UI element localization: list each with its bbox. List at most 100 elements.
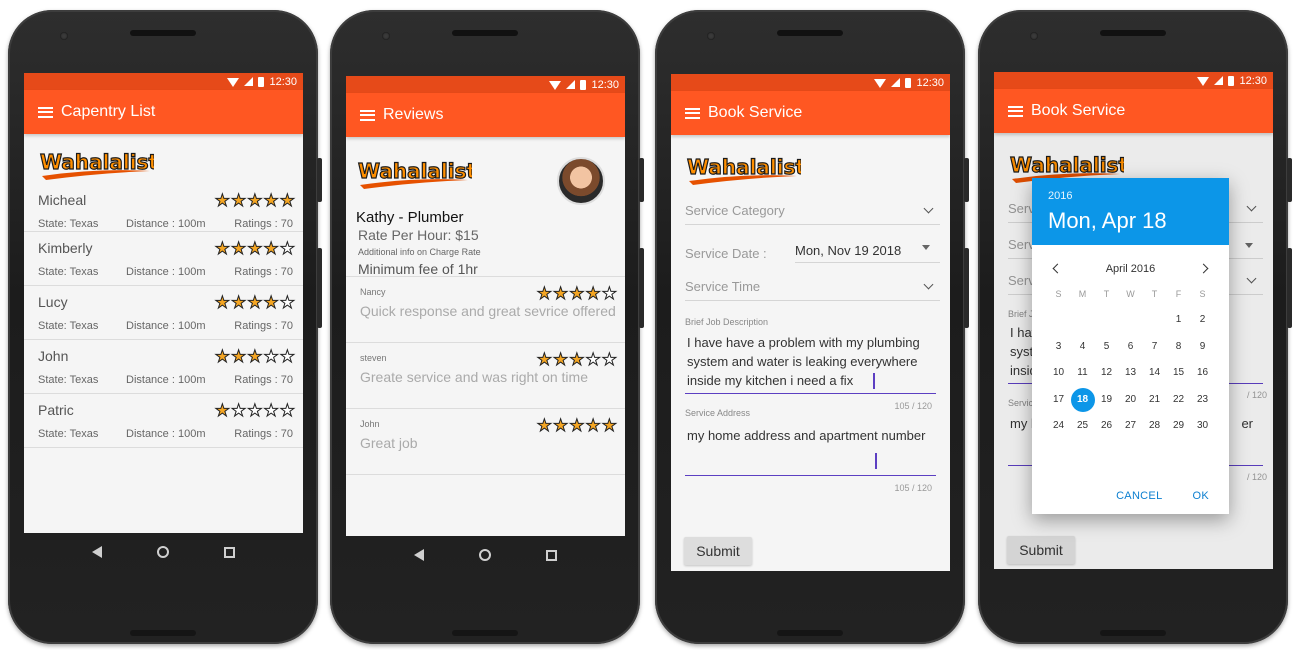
star-empty-icon: ★: [279, 293, 295, 312]
page-title: Capentry List: [61, 103, 156, 120]
calendar-day[interactable]: 26: [1095, 414, 1119, 438]
date-picker-dialog: 2016 Mon, Apr 18 April 2016 SMTWTFS 1234…: [1032, 178, 1229, 514]
calendar-day[interactable]: 23: [1191, 388, 1215, 412]
calendar-week: 10 11 12 13 14 15 16: [1032, 360, 1229, 387]
ratings-text: Ratings : 70: [234, 374, 293, 386]
calendar-day[interactable]: 16: [1191, 361, 1215, 385]
ratings-text: Ratings : 70: [234, 320, 293, 332]
menu-icon[interactable]: [360, 109, 375, 121]
home-icon[interactable]: [156, 546, 169, 558]
calendar-day[interactable]: 29: [1167, 414, 1191, 438]
service-time-select[interactable]: Service Time: [685, 275, 940, 301]
calendar-day[interactable]: 15: [1167, 361, 1191, 385]
chevron-down-icon: [923, 279, 934, 290]
provider-name: Micheal: [38, 192, 87, 208]
calendar-day[interactable]: 4: [1071, 335, 1095, 359]
calendar-day[interactable]: 8: [1167, 335, 1191, 359]
list-item[interactable]: Kimberly ★ ★ ★ ★ ★ State: Texas Distance : 100m…: [24, 232, 303, 286]
menu-icon[interactable]: [685, 107, 700, 119]
recent-apps-icon[interactable]: [546, 549, 558, 561]
calendar-day-selected[interactable]: 18: [1070, 387, 1095, 412]
review-author: John: [360, 419, 380, 429]
star-filled-icon: ★: [230, 191, 247, 210]
calendar-day[interactable]: 21: [1143, 388, 1167, 412]
calendar-day[interactable]: 9: [1191, 335, 1215, 359]
star-filled-icon: ★: [536, 416, 552, 435]
state-text: State: Texas: [38, 374, 99, 386]
review-item: John ★ ★ ★ ★ ★ Great job: [346, 409, 625, 475]
cancel-button[interactable]: CANCEL: [1116, 490, 1162, 502]
wahalalist-logo: Wahalalist: [38, 146, 303, 182]
date-picker-header: 2016 Mon, Apr 18: [1032, 178, 1229, 245]
status-bar: 12:30: [346, 76, 625, 93]
status-time: 12:30: [591, 78, 619, 91]
service-date-select[interactable]: Mon, Nov 19 2018: [795, 235, 940, 263]
calendar-day[interactable]: 19: [1095, 388, 1119, 412]
service-address-input[interactable]: my home address and apartment number: [685, 418, 936, 476]
avatar: [557, 157, 605, 205]
calendar-day[interactable]: 20: [1119, 388, 1143, 412]
submit-button[interactable]: Submit: [684, 537, 752, 565]
back-icon[interactable]: [91, 546, 102, 558]
signal-icon: [244, 77, 254, 86]
star-filled-icon: ★: [552, 350, 569, 369]
calendar-day[interactable]: 24: [1047, 414, 1071, 438]
menu-icon[interactable]: [1008, 105, 1023, 117]
recent-apps-icon[interactable]: [224, 546, 236, 558]
calendar-day[interactable]: 27: [1119, 414, 1143, 438]
screen-book-service: 12:30 Book Service Wahalalist Service Ca…: [671, 74, 950, 571]
review-item: steven ★ ★ ★ ★ ★ Greate service and was right …: [346, 343, 625, 409]
star-rating: ★ ★ ★ ★ ★: [214, 348, 295, 366]
calendar-day[interactable]: 25: [1071, 414, 1095, 438]
star-filled-icon: ★: [569, 416, 585, 435]
speaker: [1100, 30, 1166, 36]
booking-form: Wahalalist Service Category Service Date…: [671, 135, 950, 493]
calendar-day[interactable]: 14: [1143, 361, 1167, 385]
menu-icon[interactable]: [38, 106, 53, 118]
calendar-day[interactable]: 17: [1047, 388, 1071, 412]
state-text: State: Texas: [38, 428, 99, 440]
star-rating: ★ ★ ★ ★ ★: [536, 285, 617, 303]
speaker-bottom: [1100, 630, 1166, 636]
calendar-day[interactable]: 28: [1143, 414, 1167, 438]
list-item[interactable]: Lucy ★ ★ ★ ★ ★ State: Texas Distance : 100m Rati…: [24, 286, 303, 340]
job-description-input[interactable]: I have have a problem with my plumbing s…: [685, 327, 936, 394]
calendar-day[interactable]: 3: [1047, 335, 1071, 359]
calendar-day[interactable]: 10: [1047, 361, 1071, 385]
calendar-day[interactable]: 12: [1095, 361, 1119, 385]
calendar-day[interactable]: 5: [1095, 335, 1119, 359]
wifi-icon: [874, 79, 887, 88]
home-icon[interactable]: [478, 549, 491, 561]
wahalalist-logo: Wahalalist: [685, 151, 940, 187]
calendar-day[interactable]: 13: [1119, 361, 1143, 385]
list-item[interactable]: Micheal ★ ★ ★ ★ ★ State: Texas Distance : 100m R…: [24, 184, 303, 232]
star-filled-icon: ★: [569, 350, 585, 369]
star-filled-icon: ★: [263, 239, 279, 258]
month-navigation: April 2016: [1032, 253, 1229, 283]
battery-icon: [905, 77, 912, 88]
distance-text: Distance : 100m: [126, 428, 206, 440]
ok-button[interactable]: OK: [1193, 490, 1210, 502]
calendar-day[interactable]: 2: [1191, 308, 1215, 332]
speaker: [452, 30, 518, 36]
calendar-day[interactable]: 22: [1167, 388, 1191, 412]
state-text: State: Texas: [38, 320, 99, 332]
calendar-day: [1119, 308, 1143, 332]
selected-year[interactable]: 2016: [1048, 190, 1213, 202]
calendar-day[interactable]: 30: [1191, 414, 1215, 438]
weekday-label: S: [1055, 289, 1062, 299]
calendar-day[interactable]: 6: [1119, 335, 1143, 359]
star-rating: ★ ★ ★ ★ ★: [214, 293, 295, 312]
service-category-select[interactable]: Service Category: [685, 199, 940, 225]
selected-date[interactable]: Mon, Apr 18: [1048, 208, 1213, 234]
star-rating: ★ ★ ★ ★ ★: [214, 191, 295, 210]
battery-icon: [258, 76, 265, 87]
star-filled-icon: ★: [214, 401, 230, 420]
list-item[interactable]: Patric ★ ★ ★ ★ ★ State: Texas Distance : 100m Ra…: [24, 394, 303, 448]
list-item[interactable]: John ★ ★ ★ ★ ★ State: Texas Distance : 100m Rati…: [24, 340, 303, 394]
distance-text: Distance : 100m: [126, 320, 206, 332]
calendar-day[interactable]: 7: [1143, 335, 1167, 359]
calendar-day[interactable]: 11: [1071, 361, 1095, 385]
calendar-day[interactable]: 1: [1167, 308, 1191, 332]
back-icon[interactable]: [413, 549, 424, 561]
